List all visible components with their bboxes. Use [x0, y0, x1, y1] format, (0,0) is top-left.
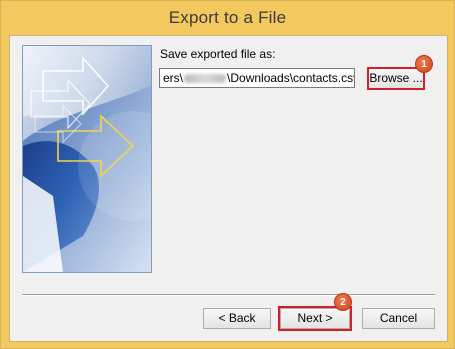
path-prefix: ers\ — [163, 71, 184, 85]
dialog-client-area: Save exported file as: ers\ \Downloads\co… — [9, 35, 448, 342]
step-badge-2: 2 — [334, 293, 352, 311]
title-bar[interactable]: Export to a File — [1, 1, 454, 35]
path-suffix: \Downloads\contacts.csv — [227, 71, 355, 85]
export-dialog-window: Export to a File Save exported file as: … — [0, 0, 455, 349]
wizard-side-image — [22, 45, 152, 273]
wizard-graphic — [23, 46, 151, 272]
window-title: Export to a File — [168, 8, 287, 27]
back-button[interactable]: < Back — [203, 308, 271, 329]
save-as-label: Save exported file as: — [160, 47, 276, 61]
browse-highlight-box — [367, 67, 425, 90]
cancel-button[interactable]: Cancel — [362, 308, 435, 329]
footer-separator — [22, 294, 435, 296]
redacted-username — [184, 74, 227, 84]
file-path-input[interactable]: ers\ \Downloads\contacts.csv — [159, 68, 355, 88]
step-badge-1: 1 — [415, 55, 433, 73]
